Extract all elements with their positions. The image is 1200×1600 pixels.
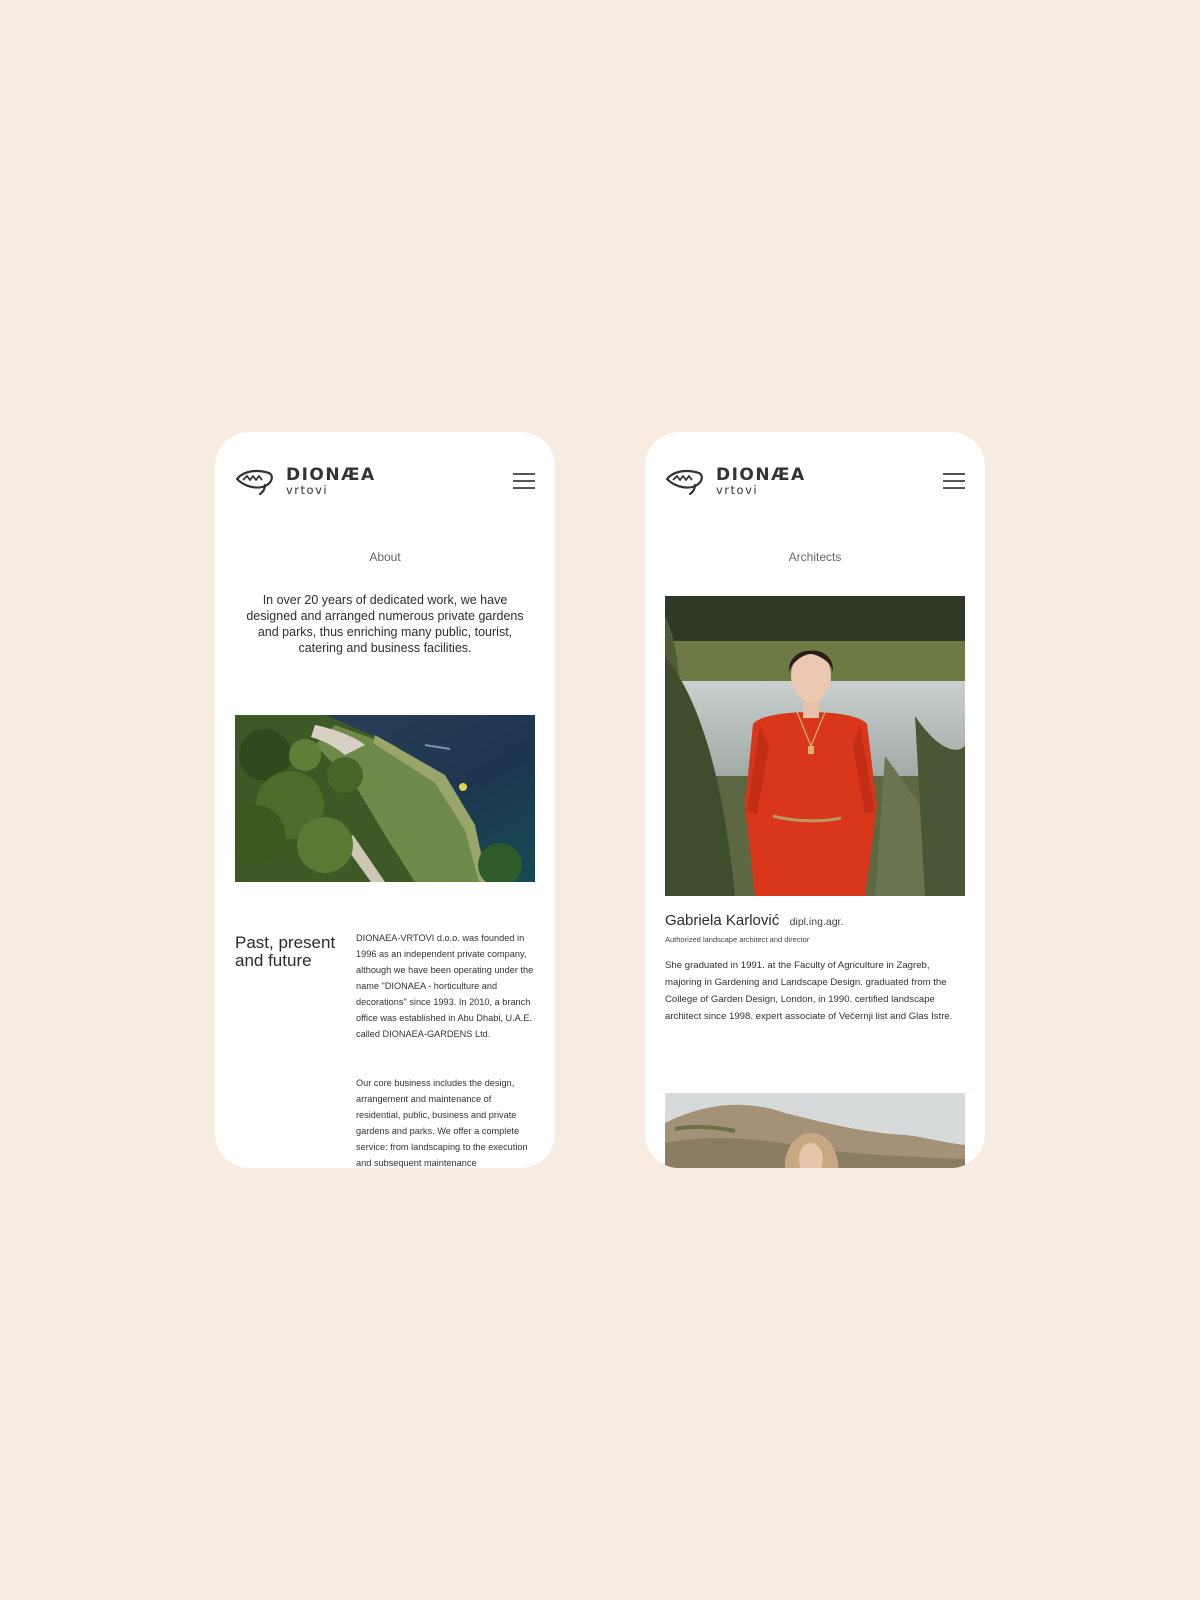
architect-degree: dipl.ing.agr. [789, 916, 844, 928]
logo-text[interactable]: DIONÆA vrtovi [286, 466, 376, 496]
architect-role: Authorized landscape architect and direc… [665, 935, 810, 944]
architect-name-row: Gabriela Karlović dipl.ing.agr. [665, 912, 965, 930]
header: DIONÆA vrtovi [235, 466, 535, 500]
page-title: Architects [788, 550, 842, 564]
header: DIONÆA vrtovi [665, 466, 965, 500]
aerial-garden-image [235, 715, 535, 882]
brand-name: DIONÆA [286, 465, 376, 485]
architect-name: Gabriela Karlović [665, 912, 780, 929]
dionaea-logo-icon[interactable] [665, 467, 705, 495]
hamburger-menu-icon[interactable] [943, 472, 965, 490]
dionaea-logo-icon[interactable] [235, 467, 275, 495]
section-heading: Past, present and future [235, 933, 336, 970]
intro-text: In over 20 years of dedicated work, we h… [246, 593, 524, 655]
hamburger-menu-icon[interactable] [513, 472, 535, 490]
brand-subtitle: vrtovi [716, 483, 759, 497]
history-paragraph: DIONAEA-VRTOVI d.o.o. was founded in 199… [356, 933, 534, 1039]
second-architect-portrait-image [665, 1093, 965, 1168]
business-paragraph: Our core business includes the design, a… [356, 1078, 528, 1168]
architect-bio: She graduated in 1991. at the Faculty of… [665, 960, 953, 1022]
logo-text[interactable]: DIONÆA vrtovi [716, 466, 806, 496]
architects-screen: DIONÆA vrtovi Architects Gabriela Karlov… [645, 432, 985, 1168]
brand-name: DIONÆA [716, 465, 806, 485]
page-title: About [369, 550, 401, 564]
about-screen: DIONÆA vrtovi About In over 20 years of … [215, 432, 555, 1168]
brand-subtitle: vrtovi [286, 483, 329, 497]
architect-portrait-image [665, 596, 965, 896]
